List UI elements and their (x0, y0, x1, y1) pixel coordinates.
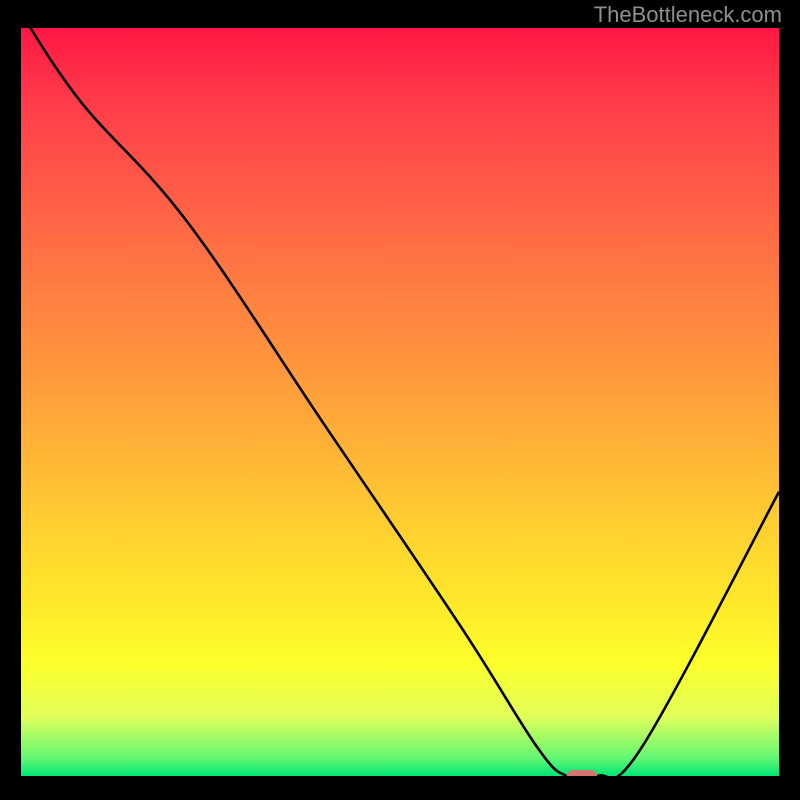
bottleneck-chart (21, 28, 779, 776)
bottleneck-curve (21, 28, 779, 776)
watermark-text: TheBottleneck.com (594, 2, 782, 28)
target-marker (567, 770, 597, 776)
